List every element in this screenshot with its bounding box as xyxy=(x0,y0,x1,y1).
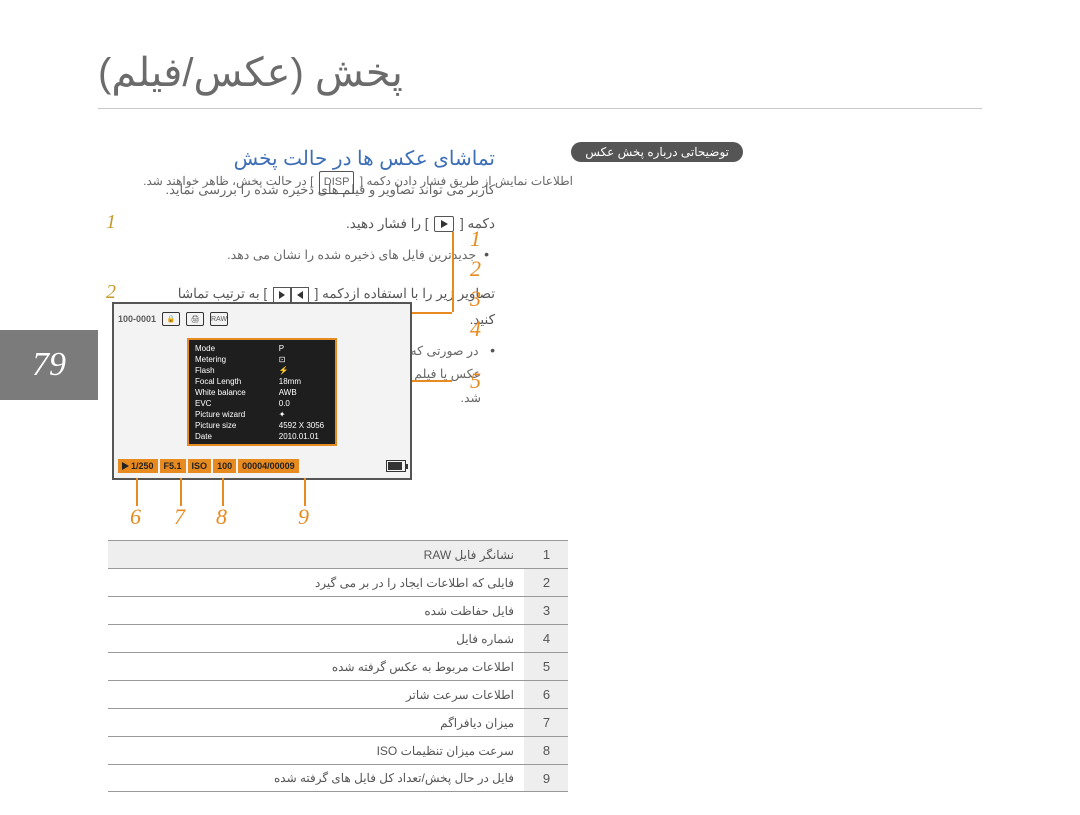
legend-text: اطلاعات مربوط به عکس گرفته شده xyxy=(108,656,524,678)
lock-icon: 🔒 xyxy=(162,312,180,326)
callout-7: 7 xyxy=(174,504,185,530)
legend-text: فایل در حال پخش/تعداد کل فایل های گرفته … xyxy=(108,767,524,789)
legend-row: 2 فایلی که اطلاعات ایجاد را در بر می گیر… xyxy=(108,568,568,596)
disp-button-icon: DISP xyxy=(319,171,355,194)
legend-num: 5 xyxy=(524,653,568,680)
note-body-a: اطلاعات نمایش از طریق فشار دادن دکمه [ xyxy=(360,174,573,188)
legend-num: 1 xyxy=(524,541,568,568)
legend-row: 6 اطلاعات سرعت شاتر xyxy=(108,680,568,708)
legend-num: 3 xyxy=(524,597,568,624)
file-index-cell: 00004/00009 xyxy=(238,459,299,473)
legend-text: شماره فایل xyxy=(108,628,524,650)
step1-after: ] را فشار دهید. xyxy=(346,216,428,231)
legend-text: سرعت میزان تنظیمات ISO xyxy=(108,740,524,762)
callout-4: 4 xyxy=(470,316,481,342)
page-title: پخش (عکس/فیلم) xyxy=(98,51,403,95)
legend-row: 1 نشانگر فایل RAW xyxy=(108,540,568,568)
lcd-diagram: 1 2 3 4 5 RAW 🖨 🔒 100-0001 ModeP Meterin… xyxy=(112,232,572,512)
callout-3: 3 xyxy=(470,286,481,312)
note-bar: توضیحاتی درباره پخش عکس xyxy=(571,142,743,162)
legend-text: نشانگر فایل RAW xyxy=(108,544,524,566)
raw-icon: RAW xyxy=(210,312,228,326)
page-number-tab: 79 xyxy=(0,330,98,400)
note-body-b: ] در حالت پخش، ظاهر خواهند شد. xyxy=(143,174,313,188)
info-overlay: ModeP Metering⊡ Flash⚡ Focal Length18mm … xyxy=(187,338,337,446)
legend-num: 7 xyxy=(524,709,568,736)
lcd-screen: RAW 🖨 🔒 100-0001 ModeP Metering⊡ Flash⚡ … xyxy=(112,302,412,480)
legend-num: 9 xyxy=(524,765,568,791)
legend-row: 8 سرعت میزان تنظیمات ISO xyxy=(108,736,568,764)
legend-text: میزان دیافراگم xyxy=(108,712,524,734)
callout-9: 9 xyxy=(298,504,309,530)
callout-8: 8 xyxy=(216,504,227,530)
legend-text: فایل حفاظت شده xyxy=(108,600,524,622)
legend-row: 5 اطلاعات مربوط به عکس گرفته شده xyxy=(108,652,568,680)
title-underline xyxy=(98,108,982,109)
legend-row: 3 فایل حفاظت شده xyxy=(108,596,568,624)
callout-2: 2 xyxy=(470,256,481,282)
legend-num: 6 xyxy=(524,681,568,708)
page-number: 79 xyxy=(32,346,66,384)
battery-icon xyxy=(386,460,406,472)
callout-5: 5 xyxy=(470,368,481,394)
aperture-cell: F5.1 xyxy=(160,459,186,473)
shutter-cell: 1/250 xyxy=(118,459,158,473)
legend-num: 8 xyxy=(524,737,568,764)
print-icon: 🖨 xyxy=(186,312,204,326)
callout-1: 1 xyxy=(470,226,481,252)
iso-label-cell: ISO xyxy=(188,459,212,473)
note-body: اطلاعات نمایش از طریق فشار دادن دکمه [ D… xyxy=(98,170,573,194)
lcd-bottom-row: 1/250 F5.1 ISO 100 00004/00009 xyxy=(118,456,406,476)
lcd-top-row: RAW 🖨 🔒 100-0001 xyxy=(118,308,406,330)
iso-value-cell: 100 xyxy=(213,459,236,473)
file-counter: 100-0001 xyxy=(118,314,156,324)
callout-6: 6 xyxy=(130,504,141,530)
legend-row: 9 فایل در حال پخش/تعداد کل فایل های گرفت… xyxy=(108,764,568,792)
legend-row: 7 میزان دیافراگم xyxy=(108,708,568,736)
legend-num: 4 xyxy=(524,625,568,652)
legend-row: 4 شماره فایل xyxy=(108,624,568,652)
legend-text: اطلاعات سرعت شاتر xyxy=(108,684,524,706)
legend-text: فایلی که اطلاعات ایجاد را در بر می گیرد xyxy=(108,572,524,594)
step-number: 1 xyxy=(100,211,116,234)
playback-button-icon xyxy=(434,216,454,232)
legend-num: 2 xyxy=(524,569,568,596)
legend-table: 1 نشانگر فایل RAW 2 فایلی که اطلاعات ایج… xyxy=(108,540,568,792)
